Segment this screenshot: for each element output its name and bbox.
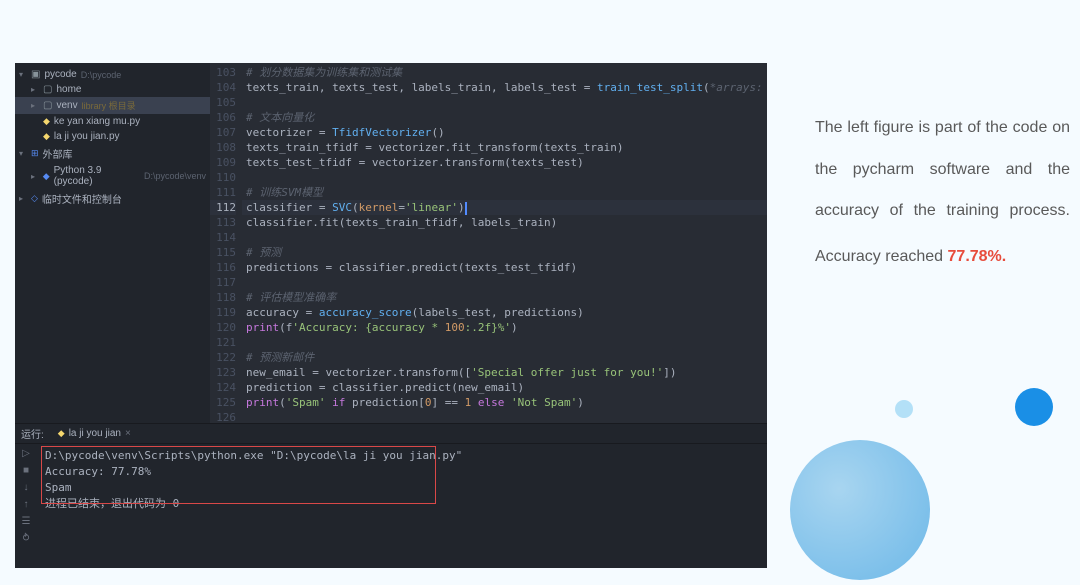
caption-text: The left figure is part of the code on t… bbox=[815, 107, 1070, 277]
env-path: D:\pycode\venv bbox=[144, 171, 206, 181]
run-tabs: 运行: ◆ la ji you jian × bbox=[15, 424, 767, 444]
stop-icon[interactable]: ■ bbox=[23, 465, 29, 476]
ide-window: ▾ ▣ pycode D:\pycode ▸ ▢ home ▸ ▢ venv l… bbox=[15, 63, 767, 568]
project-name: pycode bbox=[44, 69, 76, 80]
tree-label: venv bbox=[56, 100, 77, 111]
sidebar-item-file-1[interactable]: ◆ ke yan xiang mu.py bbox=[15, 114, 210, 129]
decoration-circle bbox=[1015, 388, 1053, 426]
external-libraries[interactable]: ▾ ⊞ 外部库 bbox=[15, 144, 210, 163]
decoration-circle bbox=[895, 400, 913, 418]
sidebar-item-file-2[interactable]: ◆ la ji you jian.py bbox=[15, 129, 210, 144]
ide-main: ▾ ▣ pycode D:\pycode ▸ ▢ home ▸ ▢ venv l… bbox=[15, 63, 767, 423]
trash-icon[interactable]: ☰ bbox=[22, 516, 31, 527]
sidebar-item-home[interactable]: ▸ ▢ home bbox=[15, 82, 210, 97]
library-icon: ⊞ bbox=[31, 148, 39, 159]
console-line: D:\pycode\venv\Scripts\python.exe "D:\py… bbox=[45, 448, 759, 464]
run-tab-active[interactable]: ◆ la ji you jian × bbox=[52, 426, 137, 441]
scratches[interactable]: ▸ ◇ 临时文件和控制台 bbox=[15, 189, 210, 208]
console-line: Accuracy: 77.78% bbox=[45, 464, 759, 480]
chevron-right-icon: ▸ bbox=[31, 101, 39, 110]
folder-icon: ▣ bbox=[31, 69, 40, 80]
scratch-icon: ◇ bbox=[31, 193, 38, 204]
console-line: Spam bbox=[45, 480, 759, 496]
wrap-icon[interactable]: ⥁ bbox=[23, 533, 30, 544]
python-env[interactable]: ▸ ◆ Python 3.9 (pycode) D:\pycode\venv bbox=[15, 163, 210, 189]
caption-accuracy: 77.78%. bbox=[948, 248, 1007, 265]
run-tab-name: la ji you jian bbox=[69, 428, 121, 439]
tree-label: Python 3.9 (pycode) bbox=[54, 165, 140, 187]
run-panel: 运行: ◆ la ji you jian × ▷ ■ ↓ ↑ ☰ ⥁ D:\py… bbox=[15, 423, 767, 568]
chevron-right-icon: ▸ bbox=[31, 172, 39, 181]
chevron-right-icon: ▸ bbox=[31, 85, 39, 94]
project-path: D:\pycode bbox=[81, 70, 122, 80]
python-file-icon: ◆ bbox=[43, 116, 50, 127]
tree-label: ke yan xiang mu.py bbox=[54, 116, 140, 127]
decoration-circle bbox=[790, 440, 930, 580]
python-icon: ◆ bbox=[43, 171, 50, 182]
sidebar-item-venv[interactable]: ▸ ▢ venv library 根目录 bbox=[15, 97, 210, 114]
tree-suffix: library 根目录 bbox=[82, 99, 136, 112]
project-sidebar: ▾ ▣ pycode D:\pycode ▸ ▢ home ▸ ▢ venv l… bbox=[15, 63, 210, 423]
console-toolbar: ▷ ■ ↓ ↑ ☰ ⥁ bbox=[15, 444, 37, 568]
rerun-icon[interactable]: ▷ bbox=[22, 448, 30, 459]
folder-icon: ▢ bbox=[43, 100, 52, 111]
caption-p1: The left figure is part of the code on t… bbox=[815, 119, 1070, 219]
code-editor[interactable]: 1031041051061071081091101111121131141151… bbox=[210, 63, 767, 423]
project-root[interactable]: ▾ ▣ pycode D:\pycode bbox=[15, 67, 210, 82]
up-icon[interactable]: ↑ bbox=[24, 499, 29, 510]
tree-label: home bbox=[56, 84, 81, 95]
tree-label: 外部库 bbox=[43, 146, 73, 161]
down-icon[interactable]: ↓ bbox=[24, 482, 29, 493]
chevron-down-icon: ▾ bbox=[19, 149, 27, 158]
console-wrap: ▷ ■ ↓ ↑ ☰ ⥁ D:\pycode\venv\Scripts\pytho… bbox=[15, 444, 767, 568]
folder-icon: ▢ bbox=[43, 84, 52, 95]
console-line: 进程已结束，退出代码为 0 bbox=[45, 496, 759, 512]
code-area[interactable]: # 划分数据集为训练集和测试集texts_train, texts_test, … bbox=[242, 63, 767, 423]
chevron-right-icon: ▸ bbox=[19, 194, 27, 203]
tree-label: 临时文件和控制台 bbox=[42, 191, 122, 206]
python-file-icon: ◆ bbox=[43, 131, 50, 142]
close-icon[interactable]: × bbox=[125, 428, 131, 439]
console-output[interactable]: D:\pycode\venv\Scripts\python.exe "D:\py… bbox=[37, 444, 767, 568]
run-label: 运行: bbox=[21, 426, 44, 441]
tree-label: la ji you jian.py bbox=[54, 131, 120, 142]
line-gutter: 1031041051061071081091101111121131141151… bbox=[210, 63, 242, 423]
chevron-down-icon: ▾ bbox=[19, 70, 27, 79]
python-file-icon: ◆ bbox=[58, 428, 65, 439]
caption-p2a: Accuracy reached bbox=[815, 248, 948, 265]
